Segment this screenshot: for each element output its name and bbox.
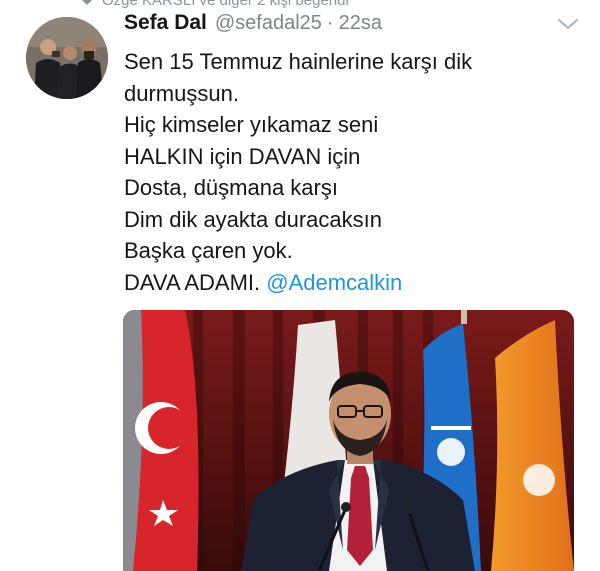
tweet-line: Hiç kimseler yıkamaz seni: [124, 112, 379, 137]
tweet-text: Sen 15 Temmuz hainlerine karşı dik durmu…: [124, 46, 574, 298]
tweet-line: HALKIN için DAVAN için: [124, 143, 361, 169]
tweet-line-prefix: DAVA ADAMI.: [124, 269, 267, 295]
heart-icon: [82, 0, 92, 5]
social-context-text: Özge KARSLI ve diğer 2 kişi beğendi: [102, 0, 349, 9]
tweet-line: durmuşsun.: [124, 80, 239, 106]
author-name[interactable]: Sefa Dal: [124, 11, 207, 35]
tweet-line: Başka çaren yok.: [124, 238, 293, 263]
tweet-header: Sefa Dal @sefadal25 · 22sa: [124, 11, 382, 41]
tweet-line: Dim dik ayakta duracaksın: [124, 206, 382, 232]
tweet-last-line: DAVA ADAMI. @Ademcalkin: [124, 267, 574, 299]
tweet-line: Sen 15 Temmuz hainlerine karşı dik: [124, 49, 473, 74]
mention-link[interactable]: @Ademcalkin: [266, 270, 402, 295]
tweet-line: Dosta, düşmana karşı: [124, 175, 338, 200]
avatar-photo: [26, 17, 108, 99]
social-context[interactable]: Özge KARSLI ve diğer 2 kişi beğendi: [80, 0, 349, 9]
chevron-down-icon: [558, 19, 578, 29]
media-photo: [123, 310, 574, 571]
timestamp[interactable]: 22sa: [339, 12, 382, 35]
tweet-menu-button[interactable]: [556, 14, 580, 34]
tweet-media[interactable]: [123, 310, 574, 571]
author-handle[interactable]: @sefadal25: [215, 12, 322, 35]
avatar[interactable]: [26, 17, 108, 99]
header-separator: ·: [326, 12, 334, 34]
